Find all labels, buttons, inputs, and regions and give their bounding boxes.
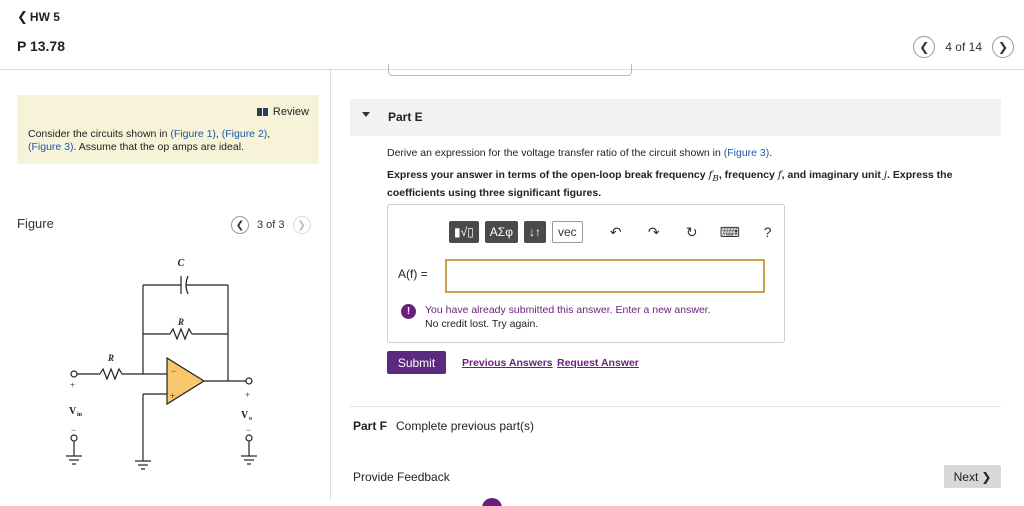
arrows-button[interactable]: ↓↑ (524, 221, 546, 243)
input-minus-terminal (70, 434, 78, 442)
output-minus-label: − (246, 425, 251, 435)
templates-button[interactable]: ▮√▯ (449, 221, 479, 243)
chevron-right-icon: ❯ (297, 219, 306, 231)
part-e-header[interactable]: Part E (350, 99, 1001, 136)
output-plus-label: + (245, 390, 250, 400)
reset-icon[interactable]: ↻ (681, 221, 703, 243)
problem-count: 4 of 14 (945, 40, 982, 54)
feedback-resistor (169, 327, 193, 341)
column-divider (330, 70, 331, 500)
undo-icon[interactable]: ↶ (605, 221, 627, 243)
instruction-text: , frequency (718, 169, 778, 181)
back-to-assignment-link[interactable]: ❮ HW 5 (17, 9, 60, 25)
capacitor-label: C (178, 258, 185, 269)
figure-3-link[interactable]: (Figure 3) (28, 141, 74, 153)
chevron-right-icon: ❯ (997, 40, 1009, 54)
vin-subscript: in (77, 412, 83, 418)
instruction-text: Express your answer in terms of the open… (387, 169, 709, 181)
output-terminal (245, 377, 253, 385)
prompt-text: Derive an expression for the voltage tra… (387, 147, 724, 159)
review-label: Review (272, 106, 309, 118)
problem-context-box: Review Consider the circuits shown in (F… (17, 95, 319, 164)
part-e-prompt: Derive an expression for the voltage tra… (387, 147, 772, 159)
prompt-text: . (769, 147, 773, 159)
previous-figure-button[interactable]: ❮ (231, 216, 249, 234)
figure-heading: Figure (17, 216, 54, 231)
previous-part-box-edge (388, 64, 632, 76)
chevron-right-icon: ❯ (981, 469, 992, 484)
provide-feedback-link[interactable]: Provide Feedback (353, 470, 450, 484)
greek-symbols-button[interactable]: ΑΣφ (484, 221, 518, 243)
problem-pager: ❮ 4 of 14 ❯ (913, 36, 1014, 58)
part-e-label: Part E (388, 110, 423, 124)
next-button[interactable]: Next ❯ (944, 465, 1001, 488)
chevron-left-icon: ❮ (17, 9, 28, 24)
circuit-diagram: C R R − + + V in − + V o − (66, 258, 257, 470)
context-text-part: Consider the circuits shown in (28, 128, 171, 140)
input-resistor (99, 367, 123, 381)
part-e-instructions: Express your answer in terms of the open… (387, 168, 997, 200)
part-f-label: Part F (353, 419, 388, 433)
figure-2-link[interactable]: (Figure 2) (222, 128, 268, 140)
next-label: Next (953, 469, 979, 484)
output-minus-terminal (245, 434, 253, 442)
next-problem-button[interactable]: ❯ (992, 36, 1014, 58)
help-icon[interactable]: ? (757, 221, 779, 243)
figure-3-link[interactable]: (Figure 3) (724, 147, 770, 159)
context-separator: , (267, 128, 271, 140)
review-link[interactable]: Review (256, 106, 309, 118)
input-minus-label: − (71, 425, 76, 435)
answer-box: ▮√▯ ΑΣφ ↓↑ vec ↶ ↷ ↻ ⌨ ? A(f) = ! You ha… (387, 204, 785, 343)
book-icon (256, 108, 268, 116)
chevron-left-icon: ❮ (235, 219, 245, 231)
context-text: Consider the circuits shown in (Figure 1… (28, 128, 310, 154)
input-resistor-label: R (107, 353, 114, 363)
figure-1-link[interactable]: (Figure 1) (170, 128, 216, 140)
previous-answers-link[interactable]: Previous Answers (462, 357, 553, 369)
vector-button[interactable]: vec (552, 221, 583, 243)
next-figure-button[interactable]: ❯ (292, 216, 311, 234)
warning-message: You have already submitted this answer. … (425, 304, 711, 316)
part-f-status: Complete previous part(s) (396, 419, 535, 433)
feedback-resistor-label: R (177, 317, 184, 327)
vo-label: V (241, 410, 249, 421)
figure-count: 3 of 3 (257, 219, 285, 231)
warning-icon: ! (401, 304, 416, 319)
answer-input[interactable] (445, 259, 765, 293)
problem-title: P 13.78 (17, 38, 66, 54)
redo-icon[interactable]: ↷ (643, 221, 665, 243)
instruction-text: , and imaginary unit (781, 169, 884, 181)
math-toolbar: ▮√▯ ΑΣφ ↓↑ vec ↶ ↷ ↻ ⌨ ? (449, 221, 779, 243)
part-divider (350, 406, 1001, 407)
caret-down-icon (362, 112, 370, 117)
op-amp-minus-label: − (171, 366, 176, 376)
vo-subscript: o (249, 416, 252, 422)
vin-label: V (69, 406, 77, 417)
context-text-part: . Assume that the op amps are ideal. (73, 141, 244, 153)
keyboard-icon[interactable]: ⌨ (719, 221, 741, 243)
help-bubble-icon[interactable] (482, 498, 502, 506)
figure-pager: ❮ 3 of 3 ❯ (231, 216, 311, 234)
warning-detail: No credit lost. Try again. (425, 318, 539, 330)
op-amp-plus-label: + (170, 391, 175, 401)
input-plus-label: + (70, 380, 75, 390)
request-answer-link[interactable]: Request Answer (557, 357, 639, 369)
input-terminal (70, 370, 78, 378)
previous-problem-button[interactable]: ❮ (913, 36, 936, 58)
submit-button[interactable]: Submit (387, 351, 446, 374)
chevron-left-icon: ❮ (919, 40, 930, 54)
answer-label: A(f) = (398, 267, 428, 281)
assignment-name: HW 5 (29, 10, 60, 24)
